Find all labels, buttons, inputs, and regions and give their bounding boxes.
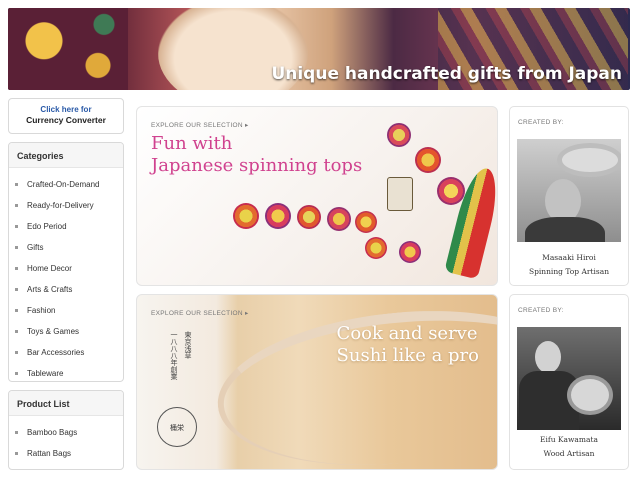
category-item[interactable]: Arts & Crafts	[15, 279, 123, 300]
doll-figure-image	[387, 177, 413, 211]
currency-converter-button[interactable]: Click here for Currency Converter	[8, 98, 124, 134]
categories-panel: Categories Crafted-On-Demand Ready-for-D…	[8, 142, 124, 382]
product-list-title: Product List	[9, 391, 123, 416]
artisan-card[interactable]: CREATED BY: Masaaki Hiroi Spinning Top A…	[509, 106, 629, 286]
bullet-icon	[15, 309, 18, 312]
brand-vertical-text: 一八八八年創業	[170, 331, 178, 380]
category-item[interactable]: Crafted-On-Demand	[15, 174, 123, 195]
banner-flower-art	[8, 8, 128, 90]
product-item[interactable]: Rattan Bags	[15, 443, 123, 464]
currency-label[interactable]: Currency Converter	[9, 115, 123, 125]
artisan-name: Masaaki Hiroi	[542, 253, 596, 262]
product-label[interactable]: Bamboo Bags	[27, 428, 77, 437]
artisan-role: Wood Artisan	[543, 449, 595, 458]
spinning-top-image	[297, 205, 321, 229]
artisan-body-image	[525, 217, 605, 242]
category-label[interactable]: Home Decor	[27, 264, 72, 273]
banner-tagline: Unique handcrafted gifts from Japan	[271, 64, 622, 84]
bullet-icon	[15, 225, 18, 228]
wooden-tub-image	[567, 375, 613, 415]
spinning-top-image	[365, 237, 387, 259]
headline-line: Fun with	[151, 133, 233, 154]
category-label[interactable]: Crafted-On-Demand	[27, 180, 99, 189]
category-item[interactable]: Fashion	[15, 300, 123, 321]
category-item[interactable]: Bar Accessories	[15, 342, 123, 363]
bullet-icon	[15, 351, 18, 354]
feature-spinning-tops[interactable]: EXPLORE OUR SELECTION ▸ Fun with Japanes…	[136, 106, 498, 286]
categories-title: Categories	[9, 143, 123, 168]
brand-seal-logo: 桶栄	[157, 407, 197, 447]
category-item[interactable]: Tableware	[15, 363, 123, 384]
category-item[interactable]: Toys & Games	[15, 321, 123, 342]
category-label[interactable]: Edo Period	[27, 222, 67, 231]
category-label[interactable]: Toys & Games	[27, 327, 79, 336]
bullet-icon	[15, 330, 18, 333]
category-item[interactable]: Home Decor	[15, 258, 123, 279]
category-label[interactable]: Gifts	[27, 243, 43, 252]
artisan-card[interactable]: CREATED BY: Eifu Kawamata Wood Artisan	[509, 294, 629, 470]
artisan-name: Eifu Kawamata	[540, 435, 598, 444]
headline-line: Japanese spinning tops	[151, 155, 363, 176]
currency-link-text[interactable]: Click here for	[9, 105, 123, 114]
artisan-role: Spinning Top Artisan	[528, 267, 610, 276]
bullet-icon	[15, 452, 18, 455]
bullet-icon	[15, 183, 18, 186]
bullet-icon	[15, 372, 18, 375]
sushi-tub-image	[210, 295, 497, 469]
artisan-head-image	[535, 341, 561, 373]
category-label[interactable]: Fashion	[27, 306, 55, 315]
category-label[interactable]: Bar Accessories	[27, 348, 84, 357]
explore-link[interactable]: EXPLORE OUR SELECTION ▸	[151, 309, 249, 317]
product-label[interactable]: Rattan Bags	[27, 449, 71, 458]
spinning-top-image	[355, 211, 377, 233]
feature-sushi[interactable]: EXPLORE OUR SELECTION ▸ Cook and serve S…	[136, 294, 498, 470]
spinning-top-image	[233, 203, 259, 229]
brand-vertical-text: 東京浅草	[184, 331, 192, 359]
category-item[interactable]: Edo Period	[15, 216, 123, 237]
product-item[interactable]: Bamboo Bags	[15, 422, 123, 443]
artisan-photo[interactable]	[517, 139, 621, 242]
bullet-icon	[15, 431, 18, 434]
spinning-top-image	[399, 241, 421, 263]
created-by-label: CREATED BY:	[518, 307, 564, 314]
artisan-photo[interactable]	[517, 327, 621, 430]
spinning-top-image	[437, 177, 465, 205]
bullet-icon	[15, 204, 18, 207]
spinning-top-image	[327, 207, 351, 231]
category-item[interactable]: Gifts	[15, 237, 123, 258]
category-label[interactable]: Tableware	[27, 369, 63, 378]
header-banner[interactable]: Unique handcrafted gifts from Japan	[8, 8, 630, 90]
spinning-top-image	[387, 123, 411, 147]
bullet-icon	[15, 288, 18, 291]
bullet-icon	[15, 246, 18, 249]
feature-headline: Fun with Japanese spinning tops	[151, 133, 362, 177]
bullet-icon	[15, 267, 18, 270]
spinning-top-image	[265, 203, 291, 229]
category-label[interactable]: Ready-for-Delivery	[27, 201, 94, 210]
headline-line: Cook and serve	[336, 323, 478, 344]
explore-link[interactable]: EXPLORE OUR SELECTION ▸	[151, 121, 249, 129]
product-list-panel: Product List Bamboo Bags Rattan Bags	[8, 390, 124, 470]
headline-line: Sushi like a pro	[336, 345, 479, 366]
category-label[interactable]: Arts & Crafts	[27, 285, 72, 294]
spinning-top-image	[415, 147, 441, 173]
created-by-label: CREATED BY:	[518, 119, 564, 126]
category-item[interactable]: Ready-for-Delivery	[15, 195, 123, 216]
feature-headline: Cook and serve Sushi like a pro	[337, 323, 479, 367]
spinning-top-image	[557, 143, 621, 177]
